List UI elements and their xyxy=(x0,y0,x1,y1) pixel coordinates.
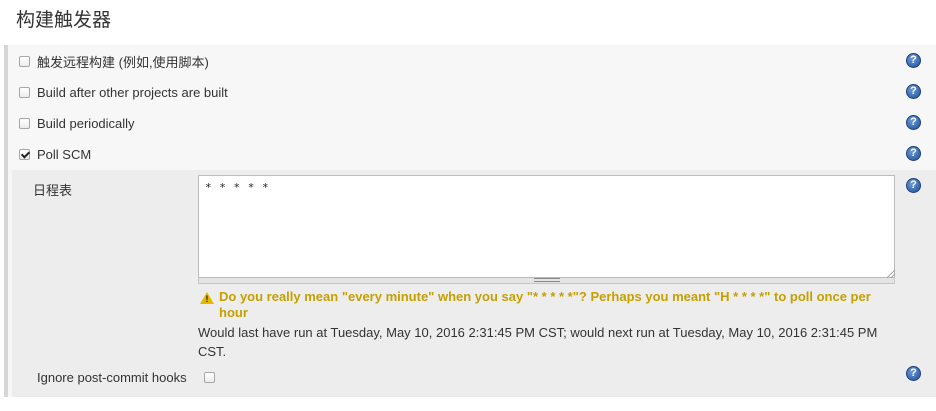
trigger-periodically-label: Build periodically xyxy=(37,115,135,131)
schedule-textarea[interactable]: * * * * * xyxy=(198,175,895,278)
trigger-poll-scm-checkbox[interactable] xyxy=(19,148,30,160)
help-icon[interactable]: ? xyxy=(906,53,921,68)
trigger-row-periodically: Build periodically xyxy=(19,111,135,135)
build-triggers-section: 触发远程构建 (例如,使用脚本) ? Build after other pro… xyxy=(4,45,936,397)
trigger-periodically-checkbox[interactable] xyxy=(19,117,30,129)
section-title: 构建触发器 xyxy=(16,9,112,31)
schedule-run-info: Would last have run at Tuesday, May 10, … xyxy=(198,325,878,359)
resize-grip-icon[interactable] xyxy=(887,270,895,278)
help-icon[interactable]: ? xyxy=(906,146,921,161)
trigger-after-other-label: Build after other projects are built xyxy=(37,84,228,100)
ignore-hooks-row: Ignore post-commit hooks xyxy=(37,367,215,387)
trigger-row-after-other: Build after other projects are built xyxy=(19,80,228,104)
trigger-row-remote: 触发远程构建 (例如,使用脚本) xyxy=(19,49,209,73)
poll-scm-config: 日程表 * * * * * ? ! Do you really mean "ev… xyxy=(12,170,936,397)
trigger-row-poll-scm: Poll SCM xyxy=(19,142,91,166)
help-icon[interactable]: ? xyxy=(906,366,921,381)
ignore-hooks-checkbox[interactable] xyxy=(203,371,215,383)
trigger-poll-scm-label: Poll SCM xyxy=(37,146,92,162)
help-icon[interactable]: ? xyxy=(906,115,921,130)
schedule-label: 日程表 xyxy=(33,183,73,198)
schedule-warning: ! Do you really mean "every minute" when… xyxy=(200,289,900,321)
warning-text: Do you really mean "every minute" when y… xyxy=(219,289,871,320)
drag-handle-icon[interactable] xyxy=(534,278,560,282)
textarea-drag-bar[interactable] xyxy=(198,278,895,284)
trigger-remote-label: 触发远程构建 (例如,使用脚本) xyxy=(37,54,209,70)
help-icon[interactable]: ? xyxy=(906,178,921,193)
ignore-hooks-label: Ignore post-commit hooks xyxy=(37,369,187,385)
trigger-after-other-checkbox[interactable] xyxy=(19,86,30,98)
trigger-remote-checkbox[interactable] xyxy=(19,55,30,67)
help-icon[interactable]: ? xyxy=(906,84,921,99)
